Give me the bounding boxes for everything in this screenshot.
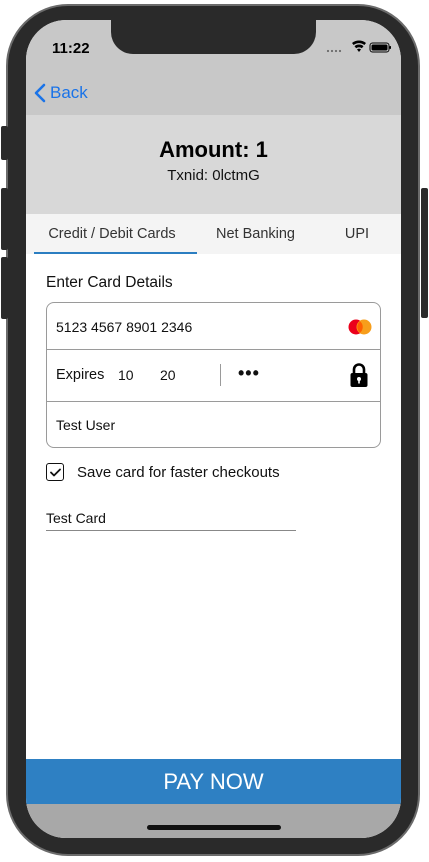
status-icons <box>326 40 391 53</box>
status-time: 11:22 <box>52 40 90 57</box>
field-divider <box>220 364 221 386</box>
checkmark-icon <box>49 468 61 476</box>
tab-credit-debit-cards[interactable]: Credit / Debit Cards <box>26 214 198 254</box>
back-label: Back <box>50 83 88 102</box>
card-details-box: 5123 4567 8901 2346 Expires 10 20 ••• Te… <box>46 302 381 448</box>
expires-label: Expires <box>56 367 105 383</box>
amount-header: Amount: 1 Txnid: 0lctmG <box>26 115 401 214</box>
active-tab-indicator <box>34 252 197 254</box>
amount-title: Amount: 1 <box>159 137 268 162</box>
chevron-left-icon <box>34 83 46 103</box>
save-card-checkbox[interactable] <box>46 463 64 481</box>
back-button[interactable]: Back <box>34 82 88 104</box>
home-indicator[interactable] <box>147 825 281 830</box>
silent-switch <box>1 126 8 160</box>
save-card-label: Save card for faster checkouts <box>77 463 280 481</box>
transaction-id: Txnid: 0lctmG <box>167 167 260 184</box>
card-number-field[interactable]: 5123 4567 8901 2346 <box>56 319 192 335</box>
notch <box>111 20 316 54</box>
volume-up-button <box>1 188 8 250</box>
expiry-cvv-row: Expires 10 20 ••• <box>47 350 380 402</box>
power-button <box>421 188 428 318</box>
tab-net-banking[interactable]: Net Banking <box>198 214 313 254</box>
tab-upi[interactable]: UPI <box>313 214 401 254</box>
card-holder-name-field[interactable]: Test User <box>56 417 115 433</box>
card-number-row: 5123 4567 8901 2346 <box>47 303 380 350</box>
wifi-icon <box>352 40 366 52</box>
mastercard-icon <box>348 319 372 335</box>
enter-card-details-heading: Enter Card Details <box>46 274 173 291</box>
payment-method-tabs: Credit / Debit Cards Net Banking UPI <box>26 214 401 254</box>
expiry-month-field[interactable]: 10 <box>118 367 134 383</box>
expiry-year-field[interactable]: 20 <box>160 367 176 383</box>
lock-icon <box>350 363 368 387</box>
card-nickname-input[interactable] <box>46 505 296 531</box>
volume-down-button <box>1 257 8 319</box>
navigation-bar: 11:22 Back <box>26 20 401 115</box>
pay-now-button[interactable]: PAY NOW <box>26 759 401 804</box>
battery-icon <box>369 42 391 53</box>
save-card-toggle[interactable]: Save card for faster checkouts <box>46 462 280 482</box>
card-holder-row: Test User <box>47 402 380 448</box>
app-screen: 11:22 Back Amount: 1 Txnid: 0lctmG Credi… <box>26 20 401 838</box>
cellular-signal-icon <box>326 49 342 53</box>
bottom-safe-area <box>26 804 401 838</box>
cvv-field[interactable]: ••• <box>238 363 260 384</box>
